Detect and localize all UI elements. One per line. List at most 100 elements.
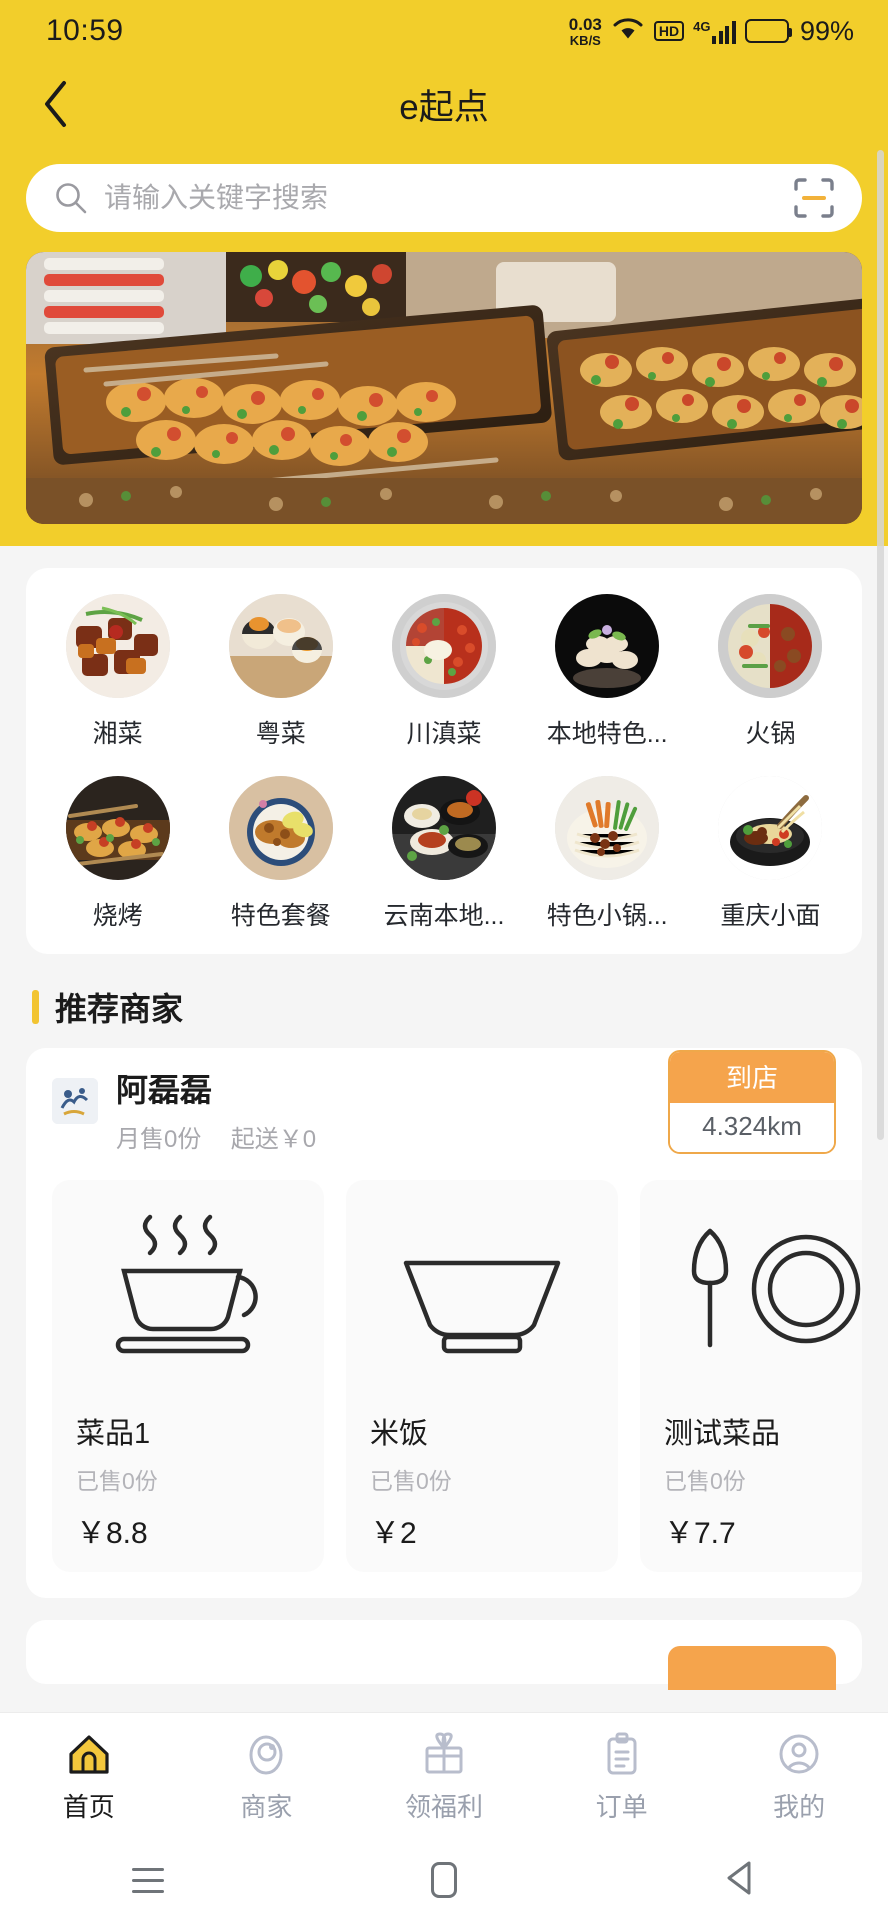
tab-orders[interactable]: 订单 [533,1729,711,1824]
dish-card[interactable]: 测试菜品 已售0份 ￥7.7 [640,1179,862,1572]
recommend-section-header: 推荐商家 [0,954,888,1048]
merchant-avatar [52,1078,98,1124]
category-panel: 湘菜 粤菜 川滇菜 本地特色... 火锅 烧烤 特色套餐 云南本地... 特色小… [26,568,862,954]
tab-home[interactable]: 首页 [0,1729,178,1824]
home-icon [66,1729,112,1777]
distance-badge[interactable]: 到店 4.324km [668,1050,836,1154]
coffee-cup-icon [115,1214,258,1354]
category-item-huoguo[interactable]: 火锅 [689,594,852,750]
back-button[interactable] [28,76,84,132]
category-row-1: 湘菜 粤菜 川滇菜 本地特色... 火锅 [36,594,852,750]
page-title: e起点 [399,87,489,127]
search-input[interactable] [104,182,792,214]
category-item-chuandiancai[interactable]: 川滇菜 [362,594,525,750]
dish-image [52,1179,324,1398]
tab-profile[interactable]: 我的 [710,1729,888,1824]
status-time: 10:59 [46,14,124,47]
category-item-xiangcai[interactable]: 湘菜 [36,594,199,750]
dish-price: ￥7.7 [664,1516,736,1550]
merchant-meta: 月售0份 起送￥0 [116,1119,316,1154]
battery-icon [744,19,792,43]
merchant-name: 阿磊磊 [116,1072,213,1108]
category-thumb [392,594,496,698]
dish-list[interactable]: 菜品1 已售0份 ￥8.8 米饭 已售0份 ￥2 测试菜品 已售0份 ￥7.7 [26,1154,862,1572]
android-home-button[interactable] [296,1862,592,1898]
status-indicators: 0.03 KB/S HD 4G 99% [569,16,854,47]
dish-card[interactable]: 菜品1 已售0份 ￥8.8 [52,1179,324,1572]
hotpot-photo [392,594,496,698]
dish-card[interactable]: 米饭 已售0份 ￥2 [346,1179,618,1572]
tab-label: 领福利 [404,1792,483,1822]
banner-image [26,252,862,524]
app-root: 10:59 0.03 KB/S HD 4G 99% e起点 请输入关键字搜索 湘… [0,0,888,1920]
android-back-button[interactable] [592,1859,888,1902]
network-type-label: 4G [693,18,711,34]
yunnan-local-photo [392,776,496,880]
category-item-tese-xiaoguo[interactable]: 特色小锅... [526,776,689,932]
category-thumb [228,776,333,880]
category-label: 特色套餐 [230,902,331,930]
category-item-tese-taocan[interactable]: 特色套餐 [199,776,362,932]
chevron-left-icon [45,81,66,127]
menu-icon [132,1867,164,1893]
merchant-header: 阿磊磊 月售0份 起送￥0 到店 4.324km [26,1050,862,1154]
category-label: 云南本地... [383,902,505,930]
badge-distance: 4.324km [670,1103,834,1152]
plate-knife-icon [691,1228,861,1348]
triangle-back-icon [723,1859,757,1902]
category-item-yuecai[interactable]: 粤菜 [199,594,362,750]
search-bar[interactable] [26,164,862,232]
category-thumb [65,776,170,880]
section-title: 推荐商家 [55,991,184,1027]
battery-percent: 99% [799,15,854,46]
set-meal-photo [228,776,333,880]
category-item-yunnan-bendi[interactable]: 云南本地... [362,776,525,932]
dish-name: 菜品1 [76,1417,151,1450]
scan-qr-icon[interactable] [792,176,836,220]
category-label: 特色小锅... [546,902,668,930]
tab-label: 我的 [773,1792,826,1822]
sushi-photo [228,594,333,698]
braised-pork-photo [65,594,170,698]
search-icon [54,181,88,215]
badge-type-label: 到店 [670,1052,834,1103]
dish-price: ￥8.8 [76,1516,148,1550]
merchant-info: 阿磊磊 月售0份 起送￥0 [116,1072,316,1154]
tab-welfare[interactable]: 领福利 [355,1729,533,1824]
bottom-tab-bar: 首页 商家 领福利 订单 我的 [0,1712,888,1840]
category-thumb [65,594,170,698]
search-area [0,146,888,232]
dish-image [640,1179,862,1398]
category-item-shaokao[interactable]: 烧烤 [36,776,199,932]
category-label: 湘菜 [92,720,143,748]
merchant-card[interactable]: 阿磊磊 月售0份 起送￥0 到店 4.324km 菜品1 已售0份 ￥8.8 米… [26,1048,862,1598]
android-recents-button[interactable] [0,1867,296,1893]
header-area: e起点 [0,62,888,546]
signal-bars-icon [712,20,736,44]
category-item-chongqing-xiaomian[interactable]: 重庆小面 [689,776,852,932]
category-label: 火锅 [745,720,796,748]
tab-label: 首页 [62,1792,115,1822]
tab-label: 订单 [595,1792,648,1822]
mandarin-hotpot-photo [718,594,823,698]
wifi-icon [611,16,645,47]
dish-sold: 已售0份 [370,1467,452,1494]
category-thumb [392,776,496,880]
promo-banner[interactable] [26,252,862,524]
category-label: 川滇菜 [406,720,482,748]
clipboard-icon [599,1729,645,1777]
rice-bowl-icon [403,1260,561,1354]
next-merchant-card-partial[interactable] [26,1619,862,1690]
user-circle-icon [776,1729,822,1777]
scrollbar-thumb[interactable] [877,150,884,1140]
local-specialty-photo [555,594,660,698]
shop-icon [243,1729,289,1777]
network-speed-unit: KB/S [569,32,601,48]
category-item-bendi-tese[interactable]: 本地特色... [526,594,689,750]
gift-icon [421,1729,467,1777]
dish-sold: 已售0份 [664,1467,746,1494]
hd-icon: HD [653,21,685,41]
tab-shop[interactable]: 商家 [178,1729,356,1824]
next-distance-badge-partial [668,1645,836,1690]
network-speed-value: 0.03 [568,14,602,34]
